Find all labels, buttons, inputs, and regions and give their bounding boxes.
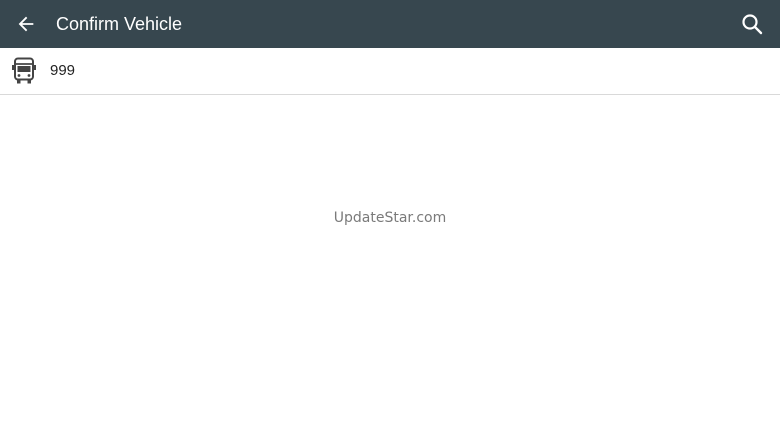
page-title: Confirm Vehicle bbox=[56, 14, 183, 34]
vehicle-list-item[interactable]: 999 bbox=[0, 48, 780, 95]
watermark-text: UpdateStar.com bbox=[333, 210, 447, 226]
vehicle-label: 999 bbox=[50, 62, 76, 79]
back-button[interactable] bbox=[8, 6, 44, 42]
arrow-left-icon bbox=[18, 16, 34, 32]
app-toolbar: Confirm Vehicle bbox=[0, 0, 780, 48]
search-button[interactable] bbox=[734, 6, 770, 42]
app-screen: Confirm Vehicle 999 UpdateStar.com bbox=[0, 0, 780, 439]
bus-icon bbox=[12, 57, 36, 84]
search-icon bbox=[742, 14, 763, 35]
